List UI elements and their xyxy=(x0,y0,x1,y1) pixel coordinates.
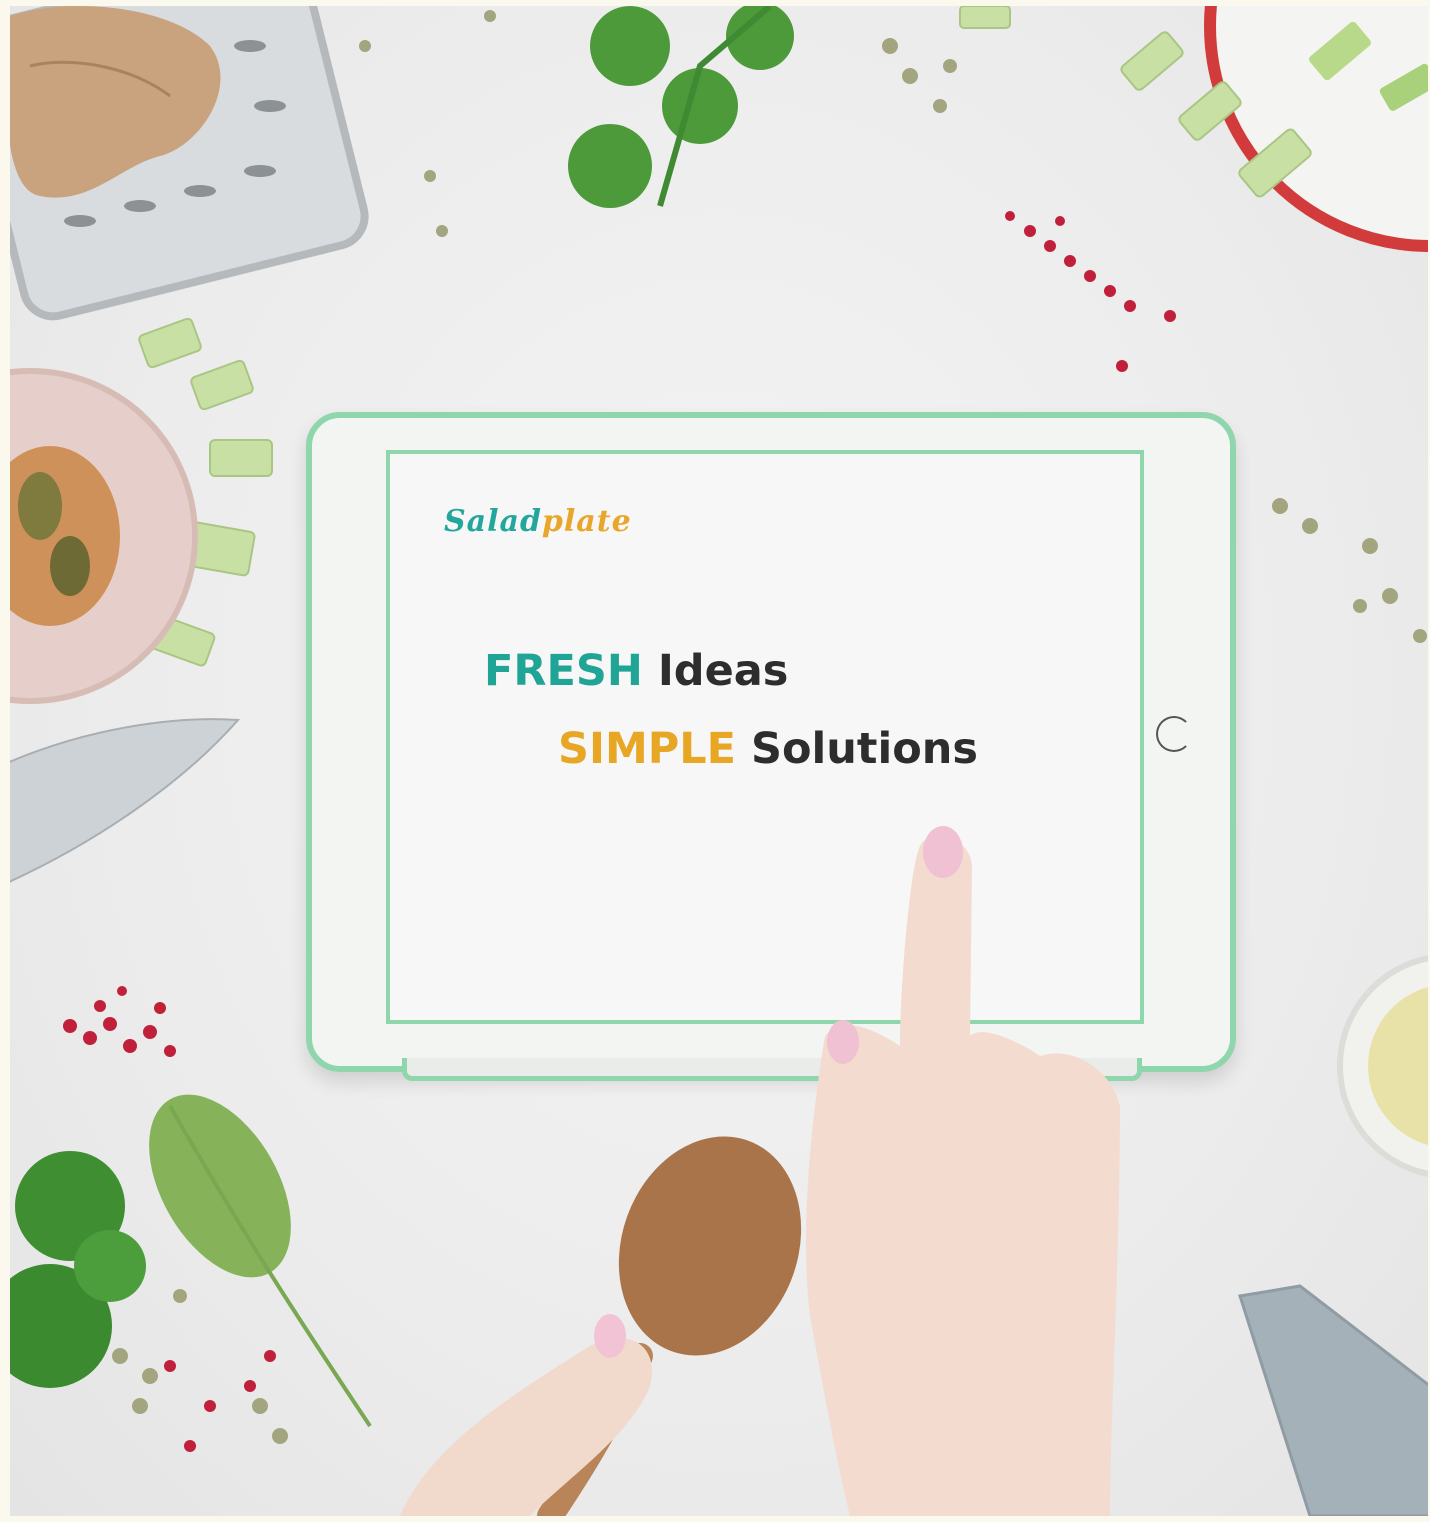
saladplate-logo: Saladplate xyxy=(444,504,632,539)
plate-illustration xyxy=(1204,6,1428,252)
logo-part-salad: Salad xyxy=(444,504,542,539)
headline-text-ideas: Ideas xyxy=(657,646,789,696)
photo-frame: Saladplate FRESH Ideas SIMPLE Solutions xyxy=(10,6,1428,1516)
tablet-screen: Saladplate FRESH Ideas SIMPLE Solutions xyxy=(386,450,1144,1024)
headline-line-2: SIMPLE Solutions xyxy=(558,724,978,774)
headline-keyword-simple: SIMPLE xyxy=(558,724,737,774)
tablet-cover-fold xyxy=(402,1058,1142,1081)
tablet-home-button xyxy=(1156,716,1192,752)
parsley-top xyxy=(568,6,794,208)
logo-part-plate: plate xyxy=(541,504,632,539)
headline-keyword-fresh: FRESH xyxy=(484,646,643,696)
headline-text-solutions: Solutions xyxy=(751,724,978,774)
oil-bowl-illustration xyxy=(1337,955,1428,1177)
knife-illustration xyxy=(10,718,241,883)
board-illustration xyxy=(1238,1284,1428,1516)
headline-line-1: FRESH Ideas xyxy=(484,646,788,696)
herbs-bottom-left xyxy=(10,1094,372,1428)
